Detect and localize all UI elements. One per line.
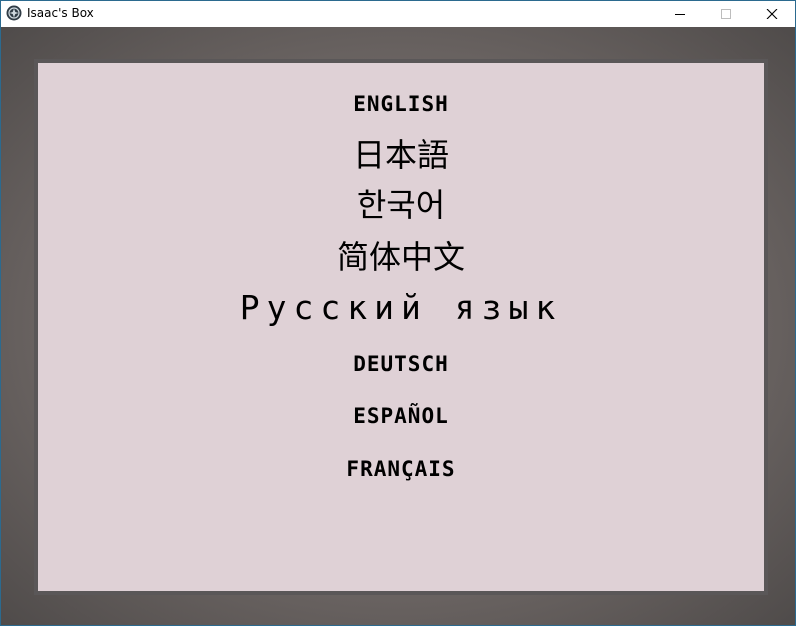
close-button[interactable] [749, 1, 795, 27]
language-option-japanese[interactable]: 日本語 [38, 137, 764, 173]
app-window: Isaac's Box ENGLISH 日本語 한국어 简体中文 Русский… [0, 0, 796, 626]
language-option-korean[interactable]: 한국어 [38, 187, 764, 223]
language-option-chinese[interactable]: 简体中文 [38, 239, 764, 275]
close-icon [766, 9, 778, 19]
minimize-button[interactable] [657, 1, 703, 27]
window-title: Isaac's Box [27, 6, 94, 20]
language-select-panel: ENGLISH 日本語 한국어 简体中文 Русский язык DEUTSC… [34, 59, 768, 595]
language-option-german[interactable]: DEUTSCH [38, 352, 764, 376]
language-option-english[interactable]: ENGLISH [38, 92, 764, 116]
language-option-spanish[interactable]: ESPAÑOL [38, 404, 764, 428]
title-bar[interactable]: Isaac's Box [1, 1, 795, 27]
language-option-french[interactable]: FRANÇAIS [38, 457, 764, 481]
maximize-icon [721, 9, 731, 19]
maximize-button[interactable] [703, 1, 749, 27]
minimize-icon [675, 14, 685, 15]
app-icon [6, 5, 22, 21]
game-viewport: ENGLISH 日本語 한국어 简体中文 Русский язык DEUTSC… [1, 27, 795, 625]
language-option-russian[interactable]: Русский язык [38, 289, 764, 327]
